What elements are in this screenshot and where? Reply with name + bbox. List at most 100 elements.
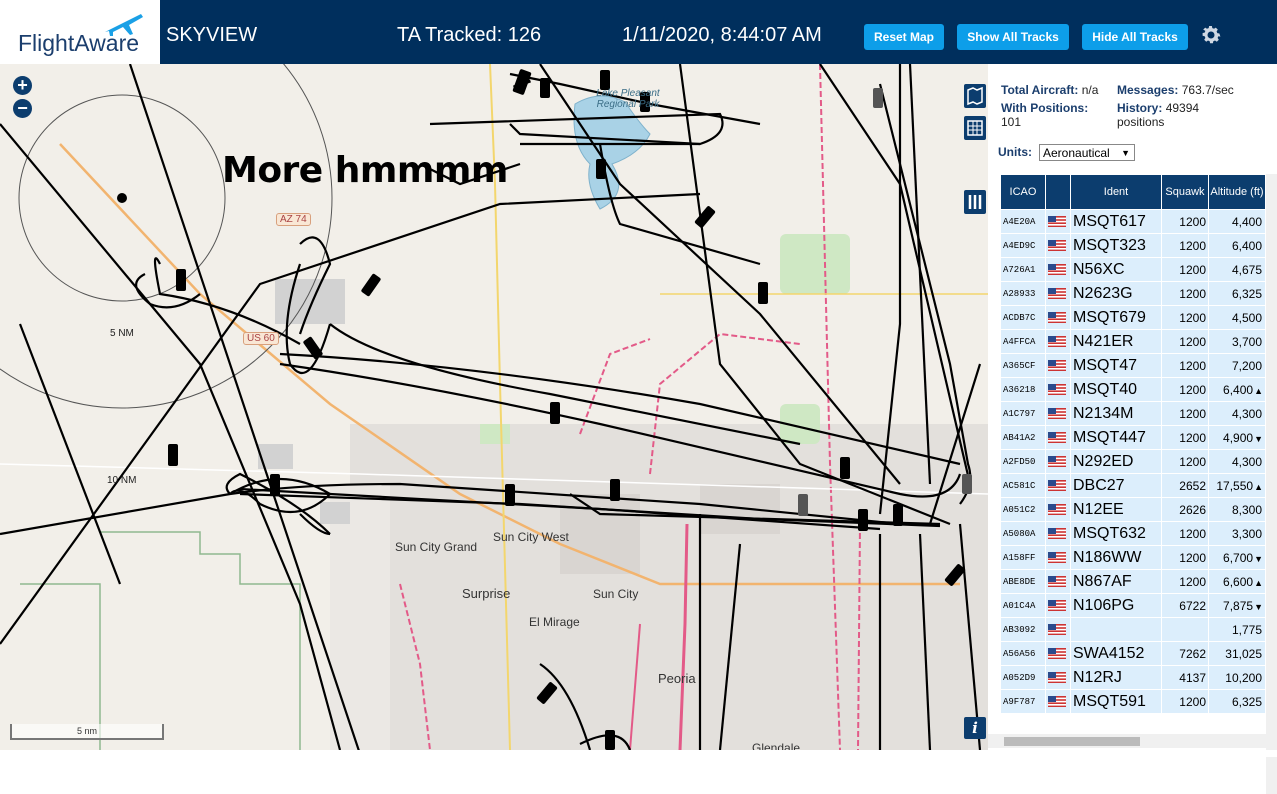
col-flag[interactable] bbox=[1046, 175, 1070, 209]
aircraft-table-body: A4E20A MSQT617 1200 4,400 A4ED9C MSQT323 1200 6… bbox=[1001, 210, 1265, 713]
table-row[interactable]: ABE8DE N867AF 1200 6,600▲ bbox=[1001, 570, 1265, 593]
altitude-value: 6,400 bbox=[1223, 382, 1254, 397]
map-canvas[interactable]: + − More hmmmm Lake Pleasant Regional Pa… bbox=[0, 64, 988, 750]
cell-ident: MSQT617 bbox=[1071, 210, 1161, 233]
gear-icon[interactable] bbox=[1199, 23, 1223, 47]
table-row[interactable]: A9F787 MSQT591 1200 6,325 bbox=[1001, 690, 1265, 713]
cell-icao: A726A1 bbox=[1001, 258, 1045, 281]
cell-altitude: 10,200 bbox=[1209, 666, 1265, 689]
cell-ident: DBC27 bbox=[1071, 474, 1161, 497]
table-row[interactable]: AB41A2 MSQT447 1200 4,900▼ bbox=[1001, 426, 1265, 449]
total-aircraft-label: Total Aircraft: bbox=[1001, 83, 1079, 97]
scrollbar-thumb[interactable] bbox=[1004, 737, 1140, 746]
cell-altitude: 4,400 bbox=[1209, 210, 1265, 233]
zoom-in-button[interactable]: + bbox=[13, 76, 32, 95]
bottom-strip bbox=[0, 750, 1277, 757]
zoom-out-button[interactable]: − bbox=[13, 99, 32, 118]
cell-icao: ACDB7C bbox=[1001, 306, 1045, 329]
table-row[interactable]: A052D9 N12RJ 4137 10,200 bbox=[1001, 666, 1265, 689]
units-select[interactable]: Aeronautical ▼ bbox=[1039, 144, 1135, 161]
table-row[interactable]: A36218 MSQT40 1200 6,400▲ bbox=[1001, 378, 1265, 401]
us-flag-icon bbox=[1046, 426, 1070, 449]
cell-squawk: 2626 bbox=[1162, 498, 1208, 521]
cell-squawk: 1200 bbox=[1162, 690, 1208, 713]
cell-icao: A28933 bbox=[1001, 282, 1045, 305]
top-bar: FlightAware SKYVIEW TA Tracked: 126 1/11… bbox=[0, 0, 1277, 64]
cell-ident: MSQT591 bbox=[1071, 690, 1161, 713]
cell-altitude: 6,600▲ bbox=[1209, 570, 1265, 593]
table-row[interactable]: A4ED9C MSQT323 1200 6,400 bbox=[1001, 234, 1265, 257]
table-row[interactable]: A051C2 N12EE 2626 8,300 bbox=[1001, 498, 1265, 521]
cell-squawk: 1200 bbox=[1162, 330, 1208, 353]
ring-label-10nm: 10 NM bbox=[107, 475, 137, 486]
cell-icao: A56A56 bbox=[1001, 642, 1045, 665]
us-flag-icon bbox=[1046, 618, 1070, 641]
table-row[interactable]: A01C4A N106PG 6722 7,875▼ bbox=[1001, 594, 1265, 617]
cell-altitude: 3,700 bbox=[1209, 330, 1265, 353]
cell-icao: A01C4A bbox=[1001, 594, 1045, 617]
cell-altitude: 1,775 bbox=[1209, 618, 1265, 641]
table-row[interactable]: AC581C DBC27 2652 17,550▲ bbox=[1001, 474, 1265, 497]
columns-icon[interactable] bbox=[964, 190, 986, 214]
us-flag-icon bbox=[1046, 306, 1070, 329]
hide-all-tracks-button[interactable]: Hide All Tracks bbox=[1082, 24, 1188, 50]
table-row[interactable]: A4E20A MSQT617 1200 4,400 bbox=[1001, 210, 1265, 233]
place-sun-city-grand: Sun City Grand bbox=[395, 540, 478, 554]
cell-altitude: 31,025 bbox=[1209, 642, 1265, 665]
cell-ident: MSQT40 bbox=[1071, 378, 1161, 401]
cell-ident bbox=[1071, 618, 1161, 641]
vertical-scrollbar[interactable] bbox=[1266, 174, 1277, 794]
table-row[interactable]: A28933 N2623G 1200 6,325 bbox=[1001, 282, 1265, 305]
grid-icon[interactable] bbox=[964, 116, 986, 140]
info-icon[interactable]: i bbox=[964, 717, 986, 739]
reset-map-button[interactable]: Reset Map bbox=[864, 24, 944, 50]
cell-squawk: 1200 bbox=[1162, 522, 1208, 545]
horizontal-scrollbar[interactable] bbox=[988, 734, 1277, 748]
cell-altitude: 6,325 bbox=[1209, 690, 1265, 713]
table-row[interactable]: AB3092 1,775 bbox=[1001, 618, 1265, 641]
cell-altitude: 4,900▼ bbox=[1209, 426, 1265, 449]
cell-ident: SWA4152 bbox=[1071, 642, 1161, 665]
place-surprise: Surprise bbox=[462, 586, 511, 601]
altitude-value: 3,700 bbox=[1231, 334, 1262, 349]
table-row[interactable]: A726A1 N56XC 1200 4,675 bbox=[1001, 258, 1265, 281]
table-row[interactable]: A1C797 N2134M 1200 4,300 bbox=[1001, 402, 1265, 425]
table-row[interactable]: A5080A MSQT632 1200 3,300 bbox=[1001, 522, 1265, 545]
sidebar: Total Aircraft: n/a Messages: 763.7/sec … bbox=[988, 64, 1277, 794]
us-flag-icon bbox=[1046, 234, 1070, 257]
cell-icao: AB3092 bbox=[1001, 618, 1045, 641]
cell-ident: N2623G bbox=[1071, 282, 1161, 305]
cell-squawk: 1200 bbox=[1162, 282, 1208, 305]
us-flag-icon bbox=[1046, 666, 1070, 689]
datetime: 1/11/2020, 8:44:07 AM bbox=[622, 24, 822, 46]
total-aircraft-value: n/a bbox=[1081, 83, 1099, 97]
cell-icao: A4FFCA bbox=[1001, 330, 1045, 353]
altitude-value: 10,200 bbox=[1225, 670, 1262, 685]
altitude-value: 4,300 bbox=[1231, 454, 1262, 469]
map-icon[interactable] bbox=[964, 84, 986, 108]
col-altitude[interactable]: Altitude (ft) bbox=[1209, 175, 1265, 209]
table-row[interactable]: A56A56 SWA4152 7262 31,025 bbox=[1001, 642, 1265, 665]
altitude-trend-icon: ▲ bbox=[1254, 577, 1263, 588]
cell-icao: AC581C bbox=[1001, 474, 1045, 497]
table-row[interactable]: ACDB7C MSQT679 1200 4,500 bbox=[1001, 306, 1265, 329]
units-value: Aeronautical bbox=[1043, 146, 1110, 160]
table-row[interactable]: A365CF MSQT47 1200 7,200 bbox=[1001, 354, 1265, 377]
shield-az74: AZ 74 bbox=[276, 213, 311, 226]
cell-squawk: 1200 bbox=[1162, 402, 1208, 425]
col-ident[interactable]: Ident bbox=[1071, 175, 1161, 209]
altitude-trend-icon: ▼ bbox=[1254, 601, 1263, 612]
altitude-value: 1,775 bbox=[1231, 622, 1262, 637]
col-squawk[interactable]: Squawk bbox=[1162, 175, 1208, 209]
cell-altitude: 4,675 bbox=[1209, 258, 1265, 281]
table-row[interactable]: A2FD50 N292ED 1200 4,300 bbox=[1001, 450, 1265, 473]
altitude-value: 4,900 bbox=[1223, 430, 1254, 445]
cell-icao: A4E20A bbox=[1001, 210, 1045, 233]
cell-squawk: 1200 bbox=[1162, 354, 1208, 377]
tracked-count: TA Tracked: 126 bbox=[397, 24, 542, 46]
table-row[interactable]: A4FFCA N421ER 1200 3,700 bbox=[1001, 330, 1265, 353]
show-all-tracks-button[interactable]: Show All Tracks bbox=[957, 24, 1069, 50]
table-row[interactable]: A158FF N186WW 1200 6,700▼ bbox=[1001, 546, 1265, 569]
col-icao[interactable]: ICAO bbox=[1001, 175, 1045, 209]
logo[interactable]: FlightAware bbox=[0, 0, 160, 64]
